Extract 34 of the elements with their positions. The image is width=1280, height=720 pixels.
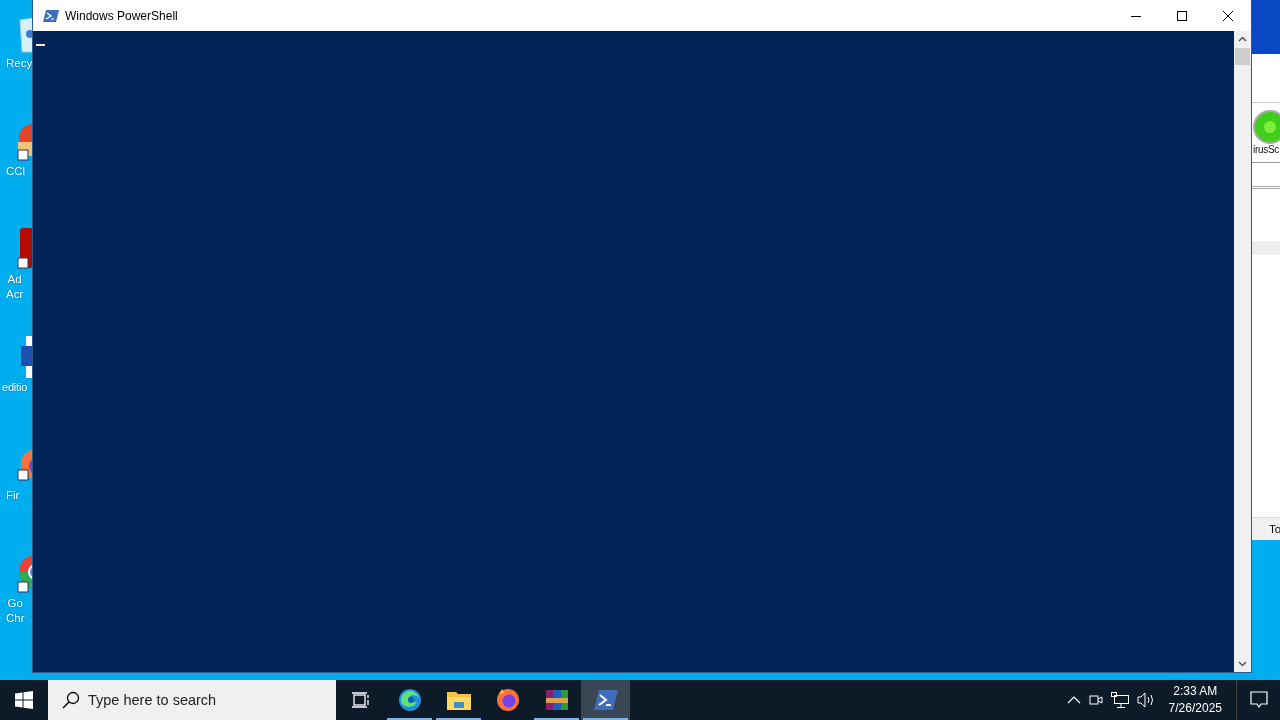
column-header: To [1251, 517, 1280, 540]
powershell-icon [593, 690, 618, 710]
fox-globe-icon [495, 688, 520, 712]
icon-label: Fir [5, 488, 20, 503]
scroll-thumb[interactable] [1235, 48, 1250, 65]
icon-label: Recy [5, 56, 33, 71]
chevron-up-icon[interactable] [1066, 696, 1081, 704]
windows-logo-icon [15, 691, 33, 709]
clock[interactable]: 2:33 AM 7/26/2025 [1162, 680, 1228, 720]
maximize-icon [1177, 10, 1187, 21]
task-view-icon [351, 692, 370, 708]
archive-books-icon [544, 688, 569, 712]
window-title: Windows PowerShell [65, 8, 178, 23]
icon-label: CCl [5, 164, 26, 179]
window-header-bar [1251, 0, 1280, 54]
scrollbar[interactable] [1234, 31, 1251, 672]
item-label: irusSc [1253, 144, 1280, 156]
notification-icon [1249, 691, 1268, 709]
text-cursor [36, 44, 45, 46]
browser-swirl-icon [397, 688, 422, 712]
close-icon [1223, 10, 1233, 21]
search-field[interactable]: Type here to search [48, 680, 336, 720]
powershell-taskbar-button[interactable] [581, 680, 630, 720]
selected-row[interactable] [1251, 240, 1280, 255]
camera-icon[interactable] [1088, 693, 1103, 707]
powershell-icon [43, 9, 59, 22]
search-icon [62, 691, 80, 709]
network-icon[interactable] [1110, 692, 1129, 708]
icon-label: Ad Acr [5, 272, 24, 302]
bug-icon [1253, 110, 1280, 145]
icon-label: editio [1, 380, 28, 395]
folder-icon [446, 690, 471, 710]
icon-label: Go Chr [5, 596, 25, 626]
speaker-icon[interactable] [1136, 692, 1155, 708]
